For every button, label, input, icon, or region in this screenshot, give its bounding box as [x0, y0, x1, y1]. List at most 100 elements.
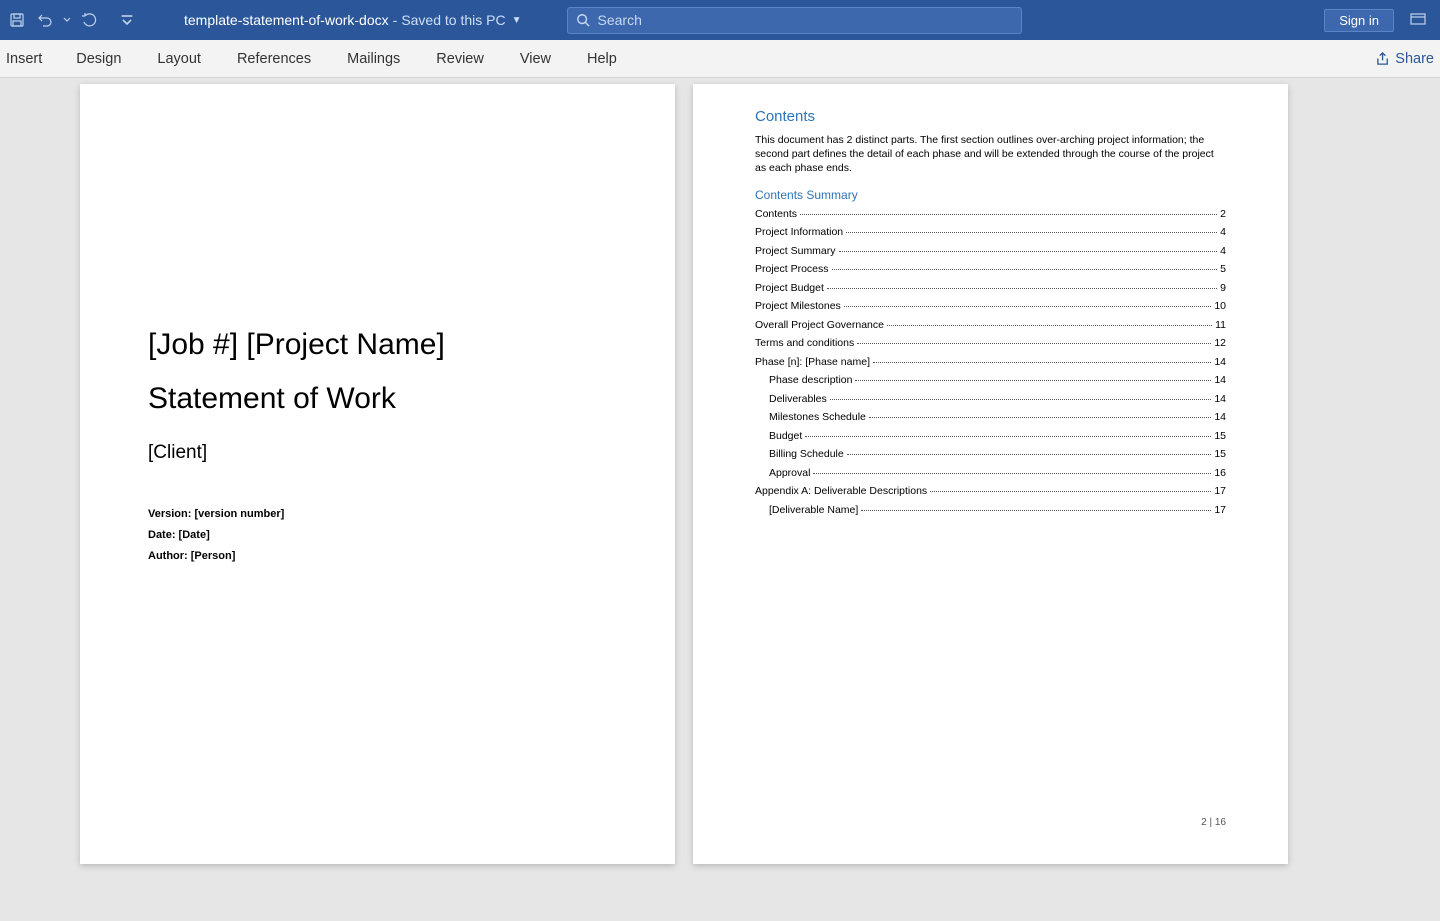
toc-page-number: 10 [1214, 300, 1226, 312]
title-bar: template-statement-of-work-docx - Saved … [0, 0, 1440, 40]
toc-label: Project Milestones [755, 300, 841, 312]
doc-author: Author: [Person] [148, 546, 607, 567]
toc-row[interactable]: Deliverables 14 [755, 393, 1226, 405]
sign-in-button[interactable]: Sign in [1324, 9, 1394, 32]
toc-label: Appendix A: Deliverable Descriptions [755, 485, 927, 497]
tab-references[interactable]: References [219, 40, 329, 78]
page-1[interactable]: [Job #] [Project Name] Statement of Work… [80, 84, 675, 864]
toc-leader-dots [839, 251, 1218, 252]
toc-page-number: 4 [1220, 245, 1226, 257]
qat-customize-button[interactable] [116, 9, 138, 31]
search-placeholder: Search [598, 12, 642, 28]
toc-row[interactable]: Phase description 14 [755, 374, 1226, 386]
toc-leader-dots [930, 491, 1211, 492]
tab-layout[interactable]: Layout [139, 40, 219, 78]
title-separator: - [393, 12, 398, 28]
share-label: Share [1395, 51, 1434, 67]
ribbon-display-options-button[interactable] [1410, 11, 1426, 30]
share-button[interactable]: Share [1372, 51, 1438, 67]
toc-page-number: 17 [1214, 485, 1226, 497]
contents-summary-heading[interactable]: Contents Summary [755, 188, 1226, 202]
doc-title-line2[interactable]: Statement of Work [148, 382, 607, 416]
toc-leader-dots [813, 473, 1211, 474]
toc-label: Milestones Schedule [769, 411, 866, 423]
document-title: template-statement-of-work-docx - Saved … [184, 12, 522, 28]
toc-page-number: 14 [1214, 374, 1226, 386]
doc-client[interactable]: [Client] [148, 442, 607, 464]
share-icon [1376, 51, 1391, 66]
toc-label: Project Information [755, 226, 843, 238]
page-2[interactable]: Contents This document has 2 distinct pa… [693, 84, 1288, 864]
toc-row[interactable]: Project Summary4 [755, 245, 1226, 257]
toc-label: Overall Project Governance [755, 319, 884, 331]
toc-label: Project Budget [755, 282, 824, 294]
toc-row[interactable]: Terms and conditions 12 [755, 337, 1226, 349]
toc-row[interactable]: Project Process 5 [755, 263, 1226, 275]
toc-leader-dots [855, 380, 1211, 381]
toc-row[interactable]: Contents2 [755, 208, 1226, 220]
toc-label: Terms and conditions [755, 337, 854, 349]
toc-label: Deliverables [769, 393, 827, 405]
toc-page-number: 15 [1214, 448, 1226, 460]
toc-label: Phase [n]: [Phase name] [755, 356, 870, 368]
toc-leader-dots [805, 436, 1211, 437]
chevron-down-icon[interactable]: ▼ [512, 15, 522, 26]
toc-label: Contents [755, 208, 797, 220]
toc-page-number: 5 [1220, 263, 1226, 275]
search-icon [576, 13, 590, 27]
tab-review[interactable]: Review [418, 40, 502, 78]
toc-row[interactable]: Billing Schedule15 [755, 448, 1226, 460]
toc-page-number: 9 [1220, 282, 1226, 294]
toc-leader-dots [830, 399, 1212, 400]
toc-row[interactable]: Appendix A: Deliverable Descriptions 17 [755, 485, 1226, 497]
document-canvas[interactable]: [Job #] [Project Name] Statement of Work… [0, 78, 1440, 921]
undo-button[interactable] [34, 9, 56, 31]
save-status-text[interactable]: Saved to this PC [401, 12, 505, 28]
doc-meta[interactable]: Version: [version number] Date: [Date] A… [148, 504, 607, 567]
toc-label: Phase description [769, 374, 852, 386]
toc-leader-dots [869, 417, 1211, 418]
toc-page-number: 15 [1214, 430, 1226, 442]
doc-version: Version: [version number] [148, 504, 607, 525]
toc-row[interactable]: Milestones Schedule 14 [755, 411, 1226, 423]
toc-label: Approval [769, 467, 810, 479]
toc-page-number: 14 [1214, 393, 1226, 405]
quick-access-toolbar [0, 9, 144, 31]
doc-date: Date: [Date] [148, 525, 607, 546]
toc-page-number: 16 [1214, 467, 1226, 479]
toc-page-number: 4 [1220, 226, 1226, 238]
toc-row[interactable]: Project Budget 9 [755, 282, 1226, 294]
toc-leader-dots [844, 306, 1212, 307]
toc-page-number: 14 [1214, 411, 1226, 423]
toc-leader-dots [847, 454, 1212, 455]
toc-row[interactable]: Overall Project Governance11 [755, 319, 1226, 331]
toc-label: Budget [769, 430, 802, 442]
contents-description[interactable]: This document has 2 distinct parts. The … [755, 133, 1226, 176]
toc-row[interactable]: Project Information 4 [755, 226, 1226, 238]
toc-leader-dots [800, 214, 1217, 215]
table-of-contents[interactable]: Contents2Project Information4Project Sum… [755, 208, 1226, 516]
toc-leader-dots [827, 288, 1217, 289]
tab-mailings[interactable]: Mailings [329, 40, 418, 78]
toc-page-number: 12 [1214, 337, 1226, 349]
toc-row[interactable]: [Deliverable Name]17 [755, 504, 1226, 516]
toc-leader-dots [873, 362, 1211, 363]
tab-help[interactable]: Help [569, 40, 635, 78]
doc-title-line1[interactable]: [Job #] [Project Name] [148, 328, 607, 362]
search-input[interactable]: Search [567, 7, 1022, 34]
toc-row[interactable]: Project Milestones 10 [755, 300, 1226, 312]
contents-heading[interactable]: Contents [755, 108, 1226, 125]
undo-dropdown[interactable] [62, 9, 72, 31]
toc-row[interactable]: Approval 16 [755, 467, 1226, 479]
redo-button[interactable] [78, 9, 100, 31]
page-2-content: Contents This document has 2 distinct pa… [693, 84, 1288, 516]
toc-page-number: 14 [1214, 356, 1226, 368]
toc-label: Project Process [755, 263, 829, 275]
title-bar-right: Sign in [1324, 9, 1440, 32]
tab-design[interactable]: Design [58, 40, 139, 78]
tab-view[interactable]: View [502, 40, 569, 78]
toc-row[interactable]: Budget 15 [755, 430, 1226, 442]
tab-insert[interactable]: Insert [2, 40, 58, 78]
save-button[interactable] [6, 9, 28, 31]
toc-row[interactable]: Phase [n]: [Phase name] 14 [755, 356, 1226, 368]
